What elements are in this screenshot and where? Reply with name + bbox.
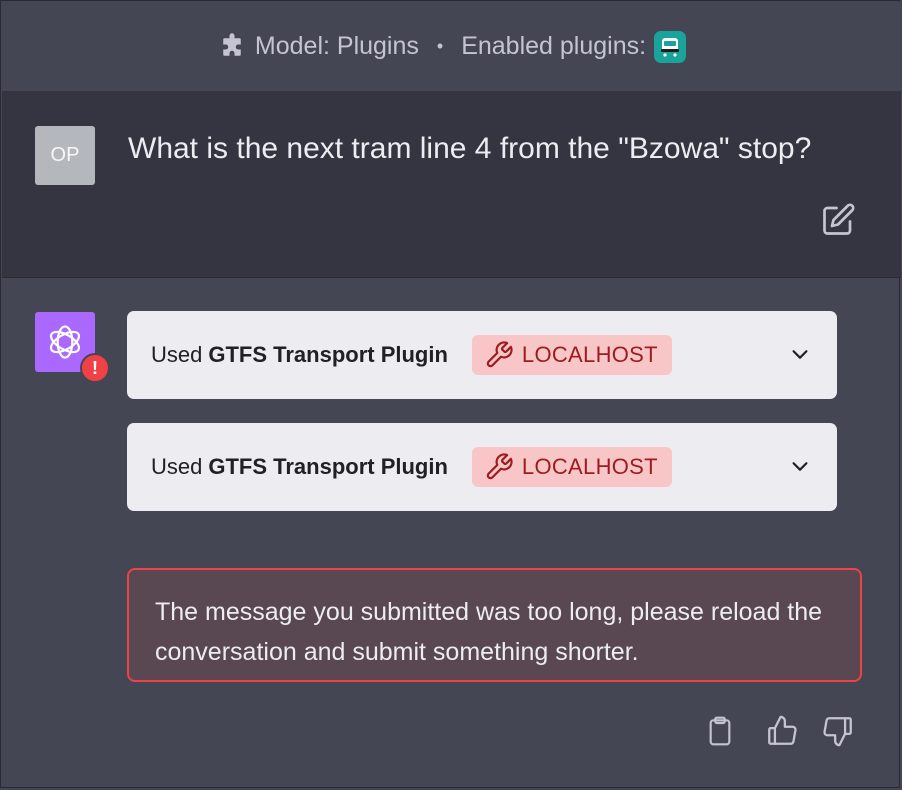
localhost-badge: LOCALHOST xyxy=(471,335,672,375)
chevron-down-icon[interactable] xyxy=(789,343,811,370)
thumbs-down-icon[interactable] xyxy=(821,714,855,753)
enabled-plugins-label: Enabled plugins: xyxy=(461,32,647,60)
openai-logo-icon xyxy=(49,325,81,359)
header-separator: • xyxy=(436,36,444,56)
plugin-logo-icon[interactable] xyxy=(654,30,687,63)
plugin-name: GTFS Transport Plugin xyxy=(208,454,448,479)
error-message-box: The message you submitted was too long, … xyxy=(127,568,862,682)
error-badge: ! xyxy=(80,353,110,383)
edit-icon[interactable] xyxy=(820,202,856,238)
clipboard-icon[interactable] xyxy=(704,714,736,753)
user-avatar: OP xyxy=(35,126,95,185)
chevron-down-icon[interactable] xyxy=(789,455,811,482)
plugin-name: GTFS Transport Plugin xyxy=(208,342,448,367)
chat-window: Model: Plugins • Enabled plugins: OP Wha… xyxy=(0,0,901,788)
plugin-used-label: Used xyxy=(151,454,203,479)
wrench-icon xyxy=(486,453,513,480)
localhost-badge: LOCALHOST xyxy=(471,447,672,487)
plugin-call-card[interactable]: Used GTFS Transport Plugin LOCALHOST xyxy=(127,423,837,511)
model-label: Model: Plugins xyxy=(254,32,419,60)
model-header: Model: Plugins • Enabled plugins: xyxy=(2,2,901,92)
localhost-label: LOCALHOST xyxy=(521,342,658,367)
plugin-used-label: Used xyxy=(151,342,203,367)
puzzle-icon xyxy=(217,32,247,62)
localhost-label: LOCALHOST xyxy=(521,454,658,479)
user-message-row: OP What is the next tram line 4 from the… xyxy=(2,92,901,278)
wrench-icon xyxy=(486,341,513,368)
thumbs-up-icon[interactable] xyxy=(765,714,799,753)
user-message-text: What is the next tram line 4 from the "B… xyxy=(128,132,812,165)
plugin-call-card[interactable]: Used GTFS Transport Plugin LOCALHOST xyxy=(127,311,837,399)
